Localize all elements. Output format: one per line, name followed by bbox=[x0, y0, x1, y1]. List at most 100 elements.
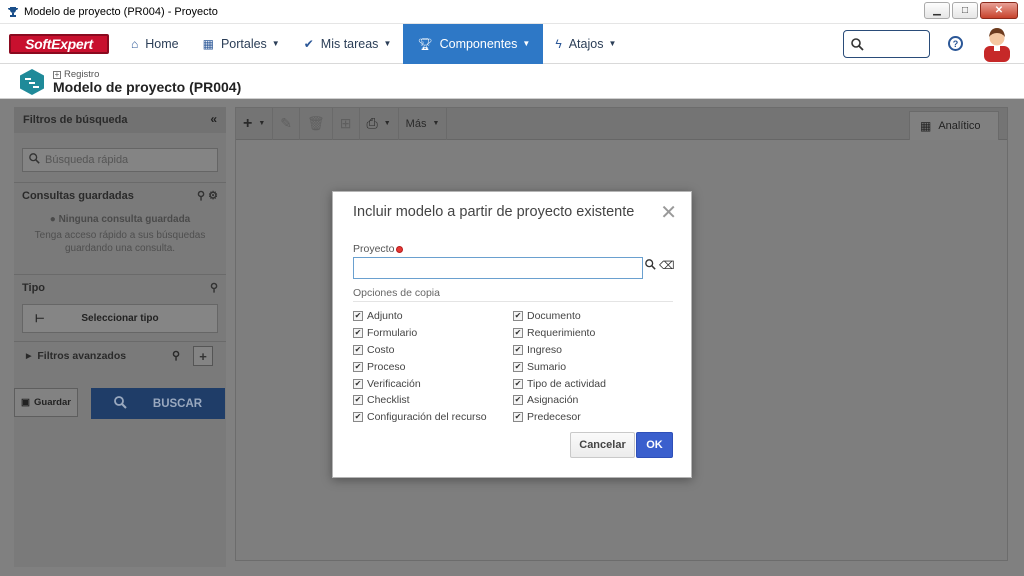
option-ingreso[interactable]: ✔ Ingreso bbox=[513, 342, 606, 359]
broom-gear-icons[interactable]: ⚲ ⚙ bbox=[197, 189, 218, 202]
print-button[interactable]: ⎙ ▼ bbox=[360, 107, 399, 140]
chevron-down-icon: ▼ bbox=[432, 120, 440, 127]
option-proceso[interactable]: ✔ Proceso bbox=[353, 358, 487, 375]
nav-portales[interactable]: ▦ Portales ▼ bbox=[191, 24, 292, 64]
global-search-input[interactable] bbox=[843, 30, 930, 58]
dialog-title: Incluir modelo a partir de proyecto exis… bbox=[353, 204, 635, 220]
help-icon[interactable]: ? bbox=[948, 36, 963, 51]
main-toolbar: + ▼ ✎ 🗑︎ ⊞ ⎙ ▼ Más ▼ ▦ Analítico bbox=[236, 107, 1007, 140]
option-label: Requerimiento bbox=[527, 327, 596, 340]
save-query-label: Guardar bbox=[34, 397, 71, 408]
option-label: Sumario bbox=[527, 360, 567, 373]
info-icon: ● bbox=[49, 214, 56, 225]
ok-button[interactable]: OK bbox=[636, 432, 673, 458]
cancel-button[interactable]: Cancelar bbox=[570, 432, 635, 458]
option-configuracion-recurso[interactable]: ✔ Configuración del recurso bbox=[353, 409, 487, 426]
option-checklist[interactable]: ✔ Checklist bbox=[353, 392, 487, 409]
checkbox-checked[interactable]: ✔ bbox=[353, 361, 363, 372]
add-filter-button[interactable]: + bbox=[193, 346, 213, 366]
checkbox-checked[interactable]: ✔ bbox=[513, 344, 523, 355]
option-label: Documento bbox=[527, 310, 581, 323]
option-label: Costo bbox=[367, 343, 395, 356]
option-label: Checklist bbox=[367, 394, 410, 407]
pencil-icon: ✎ bbox=[280, 115, 293, 131]
copy-options-column-2: ✔ Documento ✔ Requerimiento ✔ Ingreso ✔ Suma… bbox=[513, 308, 606, 426]
search-button-label: BUSCAR bbox=[152, 397, 203, 410]
option-costo[interactable]: ✔ Costo bbox=[353, 342, 487, 359]
option-documento[interactable]: ✔ Documento bbox=[513, 308, 606, 325]
tab-analitico-label: Analítico bbox=[938, 120, 981, 132]
close-icon[interactable]: ✕ bbox=[660, 200, 677, 225]
check-icon: ✔ bbox=[303, 36, 314, 51]
tab-analitico[interactable]: ▦ Analítico bbox=[909, 111, 999, 140]
option-adjunto[interactable]: ✔ Adjunto bbox=[353, 308, 487, 325]
quick-search-input[interactable]: Búsqueda rápida bbox=[22, 148, 218, 172]
saved-queries-title: Consultas guardadas bbox=[22, 189, 134, 202]
checkbox-checked[interactable]: ✔ bbox=[513, 361, 523, 372]
add-button[interactable]: + ▼ bbox=[236, 107, 274, 140]
chevron-down-icon: ▼ bbox=[383, 39, 392, 48]
option-asignacion[interactable]: ✔ Asignación bbox=[513, 392, 606, 409]
trophy-icon: 🏆︎ bbox=[417, 36, 433, 51]
option-predecesor[interactable]: ✔ Predecesor bbox=[513, 409, 606, 426]
clear-field-icon[interactable]: ⌫ bbox=[659, 259, 675, 273]
softexpert-logo[interactable]: SoftExpert bbox=[9, 33, 109, 54]
more-button[interactable]: Más ▼ bbox=[399, 107, 448, 140]
required-icon bbox=[396, 245, 404, 253]
checkbox-checked[interactable]: ✔ bbox=[513, 378, 523, 389]
checkbox-checked[interactable]: ✔ bbox=[513, 311, 523, 322]
checkbox-checked[interactable]: ✔ bbox=[513, 412, 523, 423]
minimize-button[interactable]: ▁ bbox=[924, 2, 950, 19]
checkbox-checked[interactable]: ✔ bbox=[353, 328, 363, 339]
quick-search-placeholder: Búsqueda rápida bbox=[45, 154, 129, 166]
search-icon bbox=[29, 153, 40, 167]
select-type-label: Seleccionar tipo bbox=[81, 313, 159, 324]
model-icon bbox=[20, 69, 44, 95]
option-verificacion[interactable]: ✔ Verificación bbox=[353, 375, 487, 392]
nav-mis-tareas[interactable]: ✔ Mis tareas ▼ bbox=[292, 24, 404, 64]
edit-button[interactable]: ✎ bbox=[273, 107, 301, 140]
nav-home[interactable]: ⌂ Home bbox=[119, 24, 191, 64]
checkbox-checked[interactable]: ✔ bbox=[353, 378, 363, 389]
saved-queries-header: Consultas guardadas ⚲ ⚙ bbox=[14, 182, 226, 208]
option-label: Proceso bbox=[367, 360, 406, 373]
save-query-button[interactable]: ▣ Guardar bbox=[14, 388, 78, 417]
option-label: Formulario bbox=[367, 327, 418, 340]
page-header: + Registro Modelo de proyecto (PR004) bbox=[0, 64, 1024, 99]
select-type-button[interactable]: ⊢ Seleccionar tipo bbox=[22, 304, 218, 333]
search-button[interactable]: BUSCAR bbox=[91, 388, 225, 419]
checkbox-checked[interactable]: ✔ bbox=[513, 328, 523, 339]
maximize-button[interactable]: □ bbox=[952, 2, 978, 19]
checkbox-checked[interactable]: ✔ bbox=[353, 311, 363, 322]
structure-button[interactable]: ⊞ bbox=[333, 107, 360, 140]
checkbox-checked[interactable]: ✔ bbox=[513, 395, 523, 406]
option-formulario[interactable]: ✔ Formulario bbox=[353, 325, 487, 342]
type-header: Tipo ⚲ bbox=[14, 274, 226, 300]
search-icon[interactable] bbox=[644, 259, 657, 273]
option-sumario[interactable]: ✔ Sumario bbox=[513, 358, 606, 375]
checkbox-checked[interactable]: ✔ bbox=[353, 395, 363, 406]
option-label: Configuración del recurso bbox=[367, 411, 487, 424]
broom-icon[interactable]: ⚲ bbox=[210, 281, 218, 294]
tree-icon: ⊢ bbox=[35, 313, 45, 325]
plus-box-icon: + bbox=[53, 69, 61, 79]
option-tipo-actividad[interactable]: ✔ Tipo de actividad bbox=[513, 375, 606, 392]
checkbox-checked[interactable]: ✔ bbox=[353, 412, 363, 423]
home-icon: ⌂ bbox=[131, 36, 139, 51]
checkbox-checked[interactable]: ✔ bbox=[353, 344, 363, 355]
delete-button[interactable]: 🗑︎ bbox=[300, 107, 333, 140]
nav-portales-label: Portales bbox=[220, 36, 267, 51]
nav-atajos[interactable]: ϟ Atajos ▼ bbox=[543, 24, 628, 64]
collapse-icon[interactable]: « bbox=[210, 112, 217, 126]
user-avatar[interactable] bbox=[983, 25, 1011, 62]
option-label: Verificación bbox=[367, 377, 421, 390]
close-button[interactable]: ✕ bbox=[980, 2, 1018, 19]
broom-icon[interactable]: ⚲ bbox=[172, 349, 180, 362]
advanced-filters-toggle[interactable]: ▶ Filtros avanzados ⚲ + bbox=[14, 341, 226, 369]
option-requerimiento[interactable]: ✔ Requerimiento bbox=[513, 325, 606, 342]
project-input[interactable] bbox=[353, 257, 643, 279]
more-label: Más bbox=[405, 117, 427, 130]
dashboard-icon: ▦ bbox=[202, 36, 214, 51]
nav-home-label: Home bbox=[145, 36, 179, 51]
nav-componentes[interactable]: 🏆︎ Componentes ▼ bbox=[403, 23, 544, 64]
